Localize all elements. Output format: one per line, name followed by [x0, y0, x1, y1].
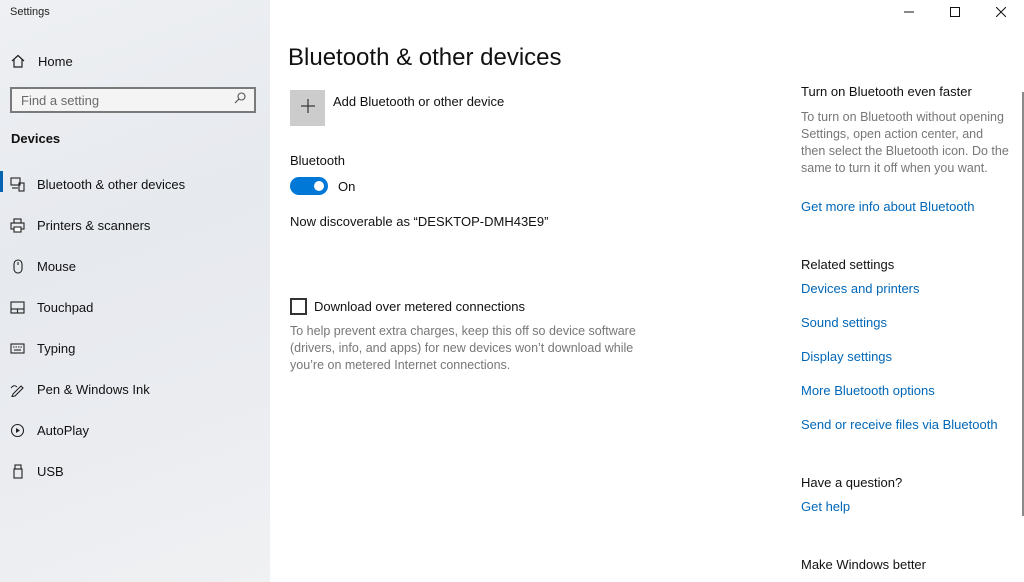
faster-text: To turn on Bluetooth without opening Set… [801, 110, 1009, 175]
sidebar-item-autoplay[interactable]: AutoPlay [0, 410, 270, 451]
discoverable-text: Now discoverable as “DESKTOP-DMH43E9” [290, 214, 549, 229]
section-title: Devices [11, 131, 61, 146]
toggle-knob [314, 181, 324, 191]
bluetooth-label: Bluetooth [290, 153, 345, 168]
search-input[interactable]: Find a setting [10, 87, 256, 113]
bluetooth-toggle[interactable] [290, 177, 328, 195]
bluetooth-state: On [338, 179, 356, 194]
make-windows-better-title: Make Windows better [801, 557, 926, 572]
sidebar-item-touchpad[interactable]: Touchpad [0, 287, 270, 328]
printer-icon [10, 217, 25, 233]
add-device-button[interactable] [290, 90, 325, 126]
mouse-icon [10, 258, 25, 274]
page-title: Bluetooth & other devices [288, 44, 562, 71]
autoplay-icon [10, 422, 25, 438]
pen-icon [10, 381, 25, 397]
display-settings-link[interactable]: Display settings [801, 349, 892, 364]
metered-label[interactable]: Download over metered connections [314, 299, 525, 314]
search-icon[interactable] [234, 91, 246, 109]
sidebar-item-label: Bluetooth & other devices [37, 177, 186, 192]
bluetooth-devices-icon [10, 176, 25, 192]
touchpad-icon [10, 299, 25, 315]
home-icon [10, 53, 26, 69]
home-nav-item[interactable]: Home [10, 50, 73, 72]
add-device-label[interactable]: Add Bluetooth or other device [333, 94, 504, 109]
sidebar-item-mouse[interactable]: Mouse [0, 246, 270, 287]
sidebar-item-label: Typing [37, 341, 76, 356]
related-settings-title: Related settings [801, 257, 895, 272]
sidebar-item-label: Touchpad [37, 300, 94, 315]
get-help-link[interactable]: Get help [801, 499, 850, 514]
maximize-icon[interactable] [932, 0, 978, 24]
send-receive-files-link[interactable]: Send or receive files via Bluetooth [801, 417, 998, 432]
devices-printers-link[interactable]: Devices and printers [801, 281, 920, 296]
sidebar-item-typing[interactable]: Typing [0, 328, 270, 369]
sound-settings-link[interactable]: Sound settings [801, 315, 887, 330]
sidebar-item-usb[interactable]: USB [0, 451, 270, 492]
plus-icon [300, 98, 315, 118]
keyboard-icon [10, 340, 25, 356]
app-title: Settings [10, 6, 50, 18]
faster-title: Turn on Bluetooth even faster [801, 84, 972, 99]
close-icon[interactable] [978, 0, 1024, 24]
minimize-icon[interactable] [886, 0, 932, 24]
home-label: Home [38, 53, 73, 69]
sidebar-item-label: Mouse [37, 259, 77, 274]
sidebar: Settings Home Find a setting Devices Blu… [0, 0, 270, 582]
sidebar-item-label: Printers & scanners [37, 218, 151, 233]
sidebar-item-bluetooth[interactable]: Bluetooth & other devices [0, 164, 270, 205]
sidebar-item-label: USB [37, 464, 64, 479]
sidebar-item-printers[interactable]: Printers & scanners [0, 205, 270, 246]
bluetooth-info-link[interactable]: Get more info about Bluetooth [801, 199, 974, 214]
metered-help-text: To help prevent extra charges, keep this… [290, 324, 636, 372]
metered-checkbox[interactable] [290, 298, 307, 315]
question-title: Have a question? [801, 475, 903, 490]
sidebar-item-label: Pen & Windows Ink [37, 382, 150, 397]
active-indicator [0, 171, 3, 192]
more-bluetooth-options-link[interactable]: More Bluetooth options [801, 383, 935, 398]
sidebar-item-label: AutoPlay [37, 423, 90, 438]
sidebar-nav: Bluetooth & other devices Printers & sca… [0, 164, 270, 492]
sidebar-item-pen[interactable]: Pen & Windows Ink [0, 369, 270, 410]
window-controls [886, 0, 1024, 24]
search-placeholder: Find a setting [21, 92, 100, 108]
usb-icon [10, 463, 25, 479]
